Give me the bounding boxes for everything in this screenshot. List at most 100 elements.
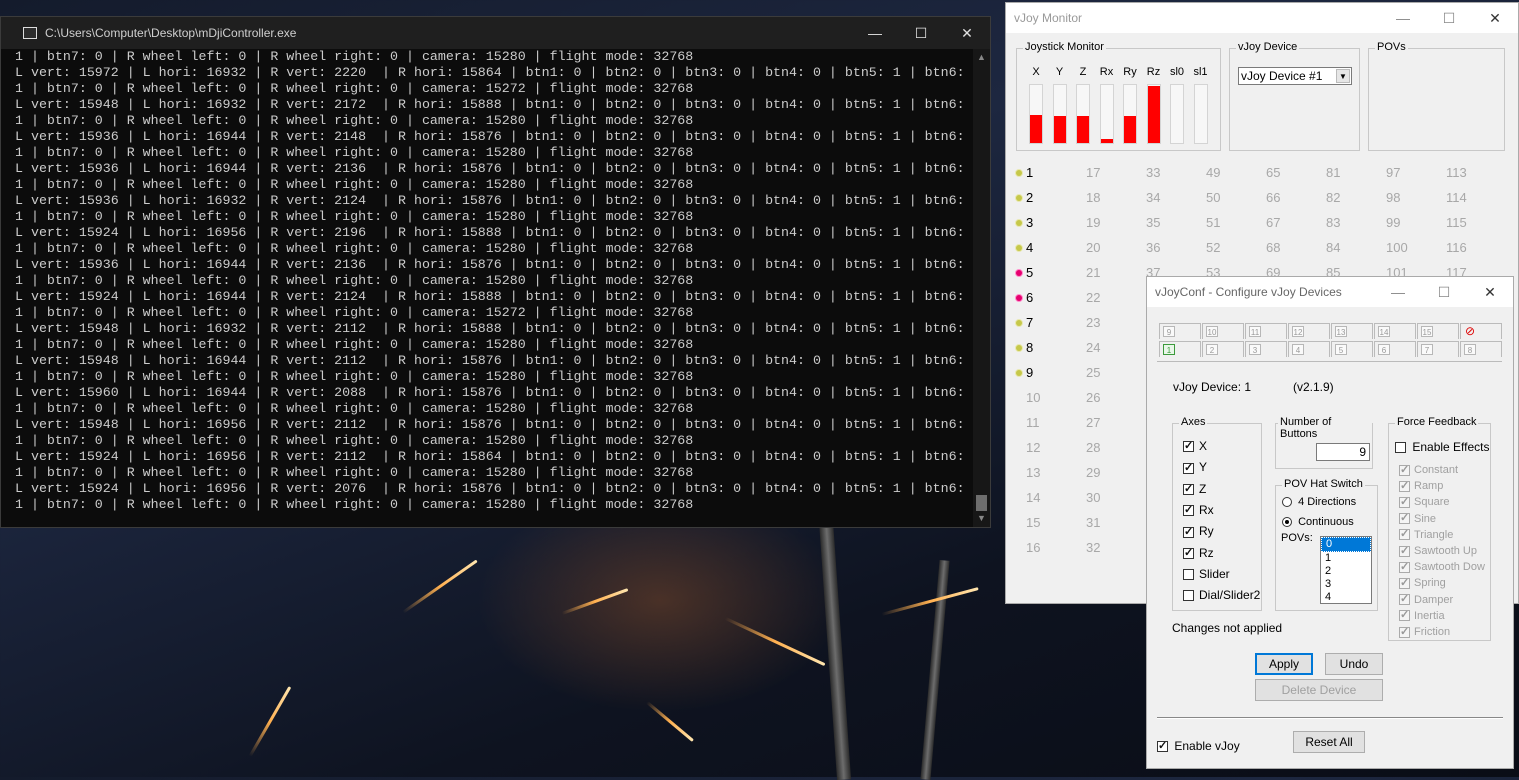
- tab-device-10[interactable]: 10: [1202, 323, 1244, 339]
- button-indicator-67: 67: [1266, 215, 1281, 230]
- ff-effect-label: Spring: [1414, 577, 1446, 590]
- axis-option-rz[interactable]: Rz: [1183, 546, 1214, 560]
- axis-checkbox[interactable]: [1183, 482, 1194, 495]
- chevron-down-icon[interactable]: ▼: [1336, 69, 1350, 83]
- device-select[interactable]: vJoy Device #1 ▼: [1238, 67, 1352, 85]
- console-line: L vert: 15936 | L hori: 16944 | R vert: …: [15, 161, 965, 176]
- delete-device-button[interactable]: Delete Device: [1255, 679, 1383, 701]
- enable-vjoy-checkbox[interactable]: [1157, 739, 1168, 753]
- vjoyconf-window[interactable]: vJoyConf - Configure vJoy Devices — ☐ ✕ …: [1146, 276, 1514, 769]
- close-button[interactable]: ✕: [944, 17, 990, 49]
- close-button[interactable]: ✕: [1467, 277, 1513, 307]
- scroll-down-icon[interactable]: ▼: [973, 510, 990, 527]
- button-indicator-114: 114: [1446, 190, 1467, 205]
- scroll-up-icon[interactable]: ▲: [973, 49, 990, 66]
- enable-effects-checkbox[interactable]: [1395, 442, 1406, 454]
- axis-checkbox[interactable]: [1183, 439, 1194, 453]
- button-led-icon: [1016, 170, 1022, 176]
- button-indicator-84: 84: [1326, 240, 1341, 255]
- axis-checkbox[interactable]: [1183, 461, 1194, 474]
- axis-label: X: [1032, 66, 1040, 78]
- tab-device-13[interactable]: 13: [1331, 323, 1373, 339]
- axis-option-y[interactable]: Y: [1183, 460, 1207, 474]
- axis-bar: [1029, 84, 1043, 144]
- povs-listbox[interactable]: 01234: [1320, 536, 1372, 604]
- axis-checkbox[interactable]: [1183, 569, 1194, 581]
- device-tab-icon: 6: [1378, 344, 1390, 355]
- enable-effects-option[interactable]: Enable Effects: [1395, 440, 1490, 454]
- tab-device-7[interactable]: 7: [1417, 341, 1459, 357]
- maximize-button[interactable]: ☐: [1421, 277, 1467, 307]
- scroll-thumb[interactable]: [976, 495, 987, 511]
- pov-continuous-radio[interactable]: [1282, 517, 1292, 528]
- ff-effect-checkbox: [1399, 576, 1410, 589]
- tab-device-12[interactable]: 12: [1288, 323, 1330, 339]
- axis-option-ry[interactable]: Ry: [1183, 524, 1214, 538]
- device-tab-icon: 12: [1292, 326, 1304, 337]
- tab-device-8[interactable]: 8: [1460, 341, 1502, 357]
- tab-device-3[interactable]: 3: [1245, 341, 1287, 357]
- axis-option-dial-slider2[interactable]: Dial/Slider2: [1183, 588, 1260, 602]
- ff-effect-option: Ramp: [1399, 479, 1443, 492]
- axis-checkbox[interactable]: [1183, 525, 1194, 538]
- tab-device-11[interactable]: 11: [1245, 323, 1287, 339]
- axis-option-label: Y: [1199, 460, 1208, 475]
- button-indicator-34: 34: [1146, 190, 1161, 205]
- ff-effect-option: Damper: [1399, 592, 1453, 606]
- maximize-button[interactable]: ☐: [898, 17, 944, 49]
- axis-checkbox[interactable]: [1183, 503, 1194, 517]
- axis-checkbox[interactable]: [1183, 590, 1194, 602]
- console-window[interactable]: C:\Users\Computer\Desktop\mDjiController…: [0, 16, 991, 528]
- minimize-button[interactable]: —: [1380, 3, 1426, 33]
- apply-button[interactable]: Apply: [1255, 653, 1313, 675]
- pov-hat-legend: POV Hat Switch: [1282, 478, 1365, 490]
- button-indicator-26: 26: [1086, 390, 1101, 405]
- pov-option[interactable]: 1: [1321, 552, 1371, 565]
- button-indicator-52: 52: [1206, 240, 1221, 255]
- button-indicator-17: 17: [1086, 165, 1101, 180]
- pov-continuous-option[interactable]: Continuous: [1282, 516, 1354, 528]
- console-scrollbar[interactable]: ▲ ▼: [973, 49, 990, 527]
- enable-vjoy-option[interactable]: Enable vJoy: [1157, 739, 1240, 753]
- button-indicator-27: 27: [1086, 415, 1101, 430]
- console-body[interactable]: 1 | btn7: 0 | R wheel left: 0 | R wheel …: [1, 49, 990, 527]
- tab-device-2[interactable]: 2: [1202, 341, 1244, 357]
- monitor-titlebar[interactable]: vJoy Monitor — ☐ ✕: [1006, 3, 1518, 33]
- conf-titlebar[interactable]: vJoyConf - Configure vJoy Devices — ☐ ✕: [1147, 277, 1513, 307]
- button-indicator-20: 20: [1086, 240, 1101, 255]
- tab-device-14[interactable]: 14: [1374, 323, 1416, 339]
- ff-effect-checkbox: [1399, 560, 1410, 573]
- pov-4dir-option[interactable]: 4 Directions: [1282, 496, 1356, 508]
- undo-button[interactable]: Undo: [1325, 653, 1383, 675]
- axis-checkbox[interactable]: [1183, 546, 1194, 559]
- button-indicator-51: 51: [1206, 215, 1221, 230]
- minimize-button[interactable]: —: [852, 17, 898, 49]
- console-line: L vert: 15924 | L hori: 16956 | R vert: …: [15, 449, 965, 464]
- tab-device-6[interactable]: 6: [1374, 341, 1416, 357]
- tab-device-9[interactable]: 9: [1159, 323, 1201, 339]
- console-titlebar[interactable]: C:\Users\Computer\Desktop\mDjiController…: [1, 17, 990, 49]
- button-indicator-98: 98: [1386, 190, 1401, 205]
- tab-delete[interactable]: ⊘: [1460, 323, 1502, 339]
- pov-option[interactable]: 3: [1321, 578, 1371, 591]
- pov-option[interactable]: 2: [1321, 565, 1371, 578]
- ff-effect-label: Triangle: [1414, 528, 1454, 541]
- maximize-button[interactable]: ☐: [1426, 3, 1472, 33]
- device-tab-icon: 8: [1464, 344, 1476, 355]
- ff-effect-checkbox: [1399, 479, 1410, 492]
- close-button[interactable]: ✕: [1472, 3, 1518, 33]
- tab-device-5[interactable]: 5: [1331, 341, 1373, 357]
- pov-4dir-radio[interactable]: [1282, 497, 1292, 508]
- axis-option-x[interactable]: X: [1183, 439, 1207, 453]
- pov-option[interactable]: 4: [1321, 591, 1371, 604]
- tab-device-1[interactable]: 1: [1159, 341, 1201, 357]
- pov-option[interactable]: 0: [1321, 537, 1371, 552]
- axis-option-rx[interactable]: Rx: [1183, 503, 1214, 517]
- axis-option-z[interactable]: Z: [1183, 482, 1206, 496]
- axis-option-slider[interactable]: Slider: [1183, 567, 1230, 581]
- tab-device-15[interactable]: 15: [1417, 323, 1459, 339]
- num-buttons-input[interactable]: 9: [1316, 443, 1370, 461]
- tab-device-4[interactable]: 4: [1288, 341, 1330, 357]
- reset-all-button[interactable]: Reset All: [1293, 731, 1365, 753]
- minimize-button[interactable]: —: [1375, 277, 1421, 307]
